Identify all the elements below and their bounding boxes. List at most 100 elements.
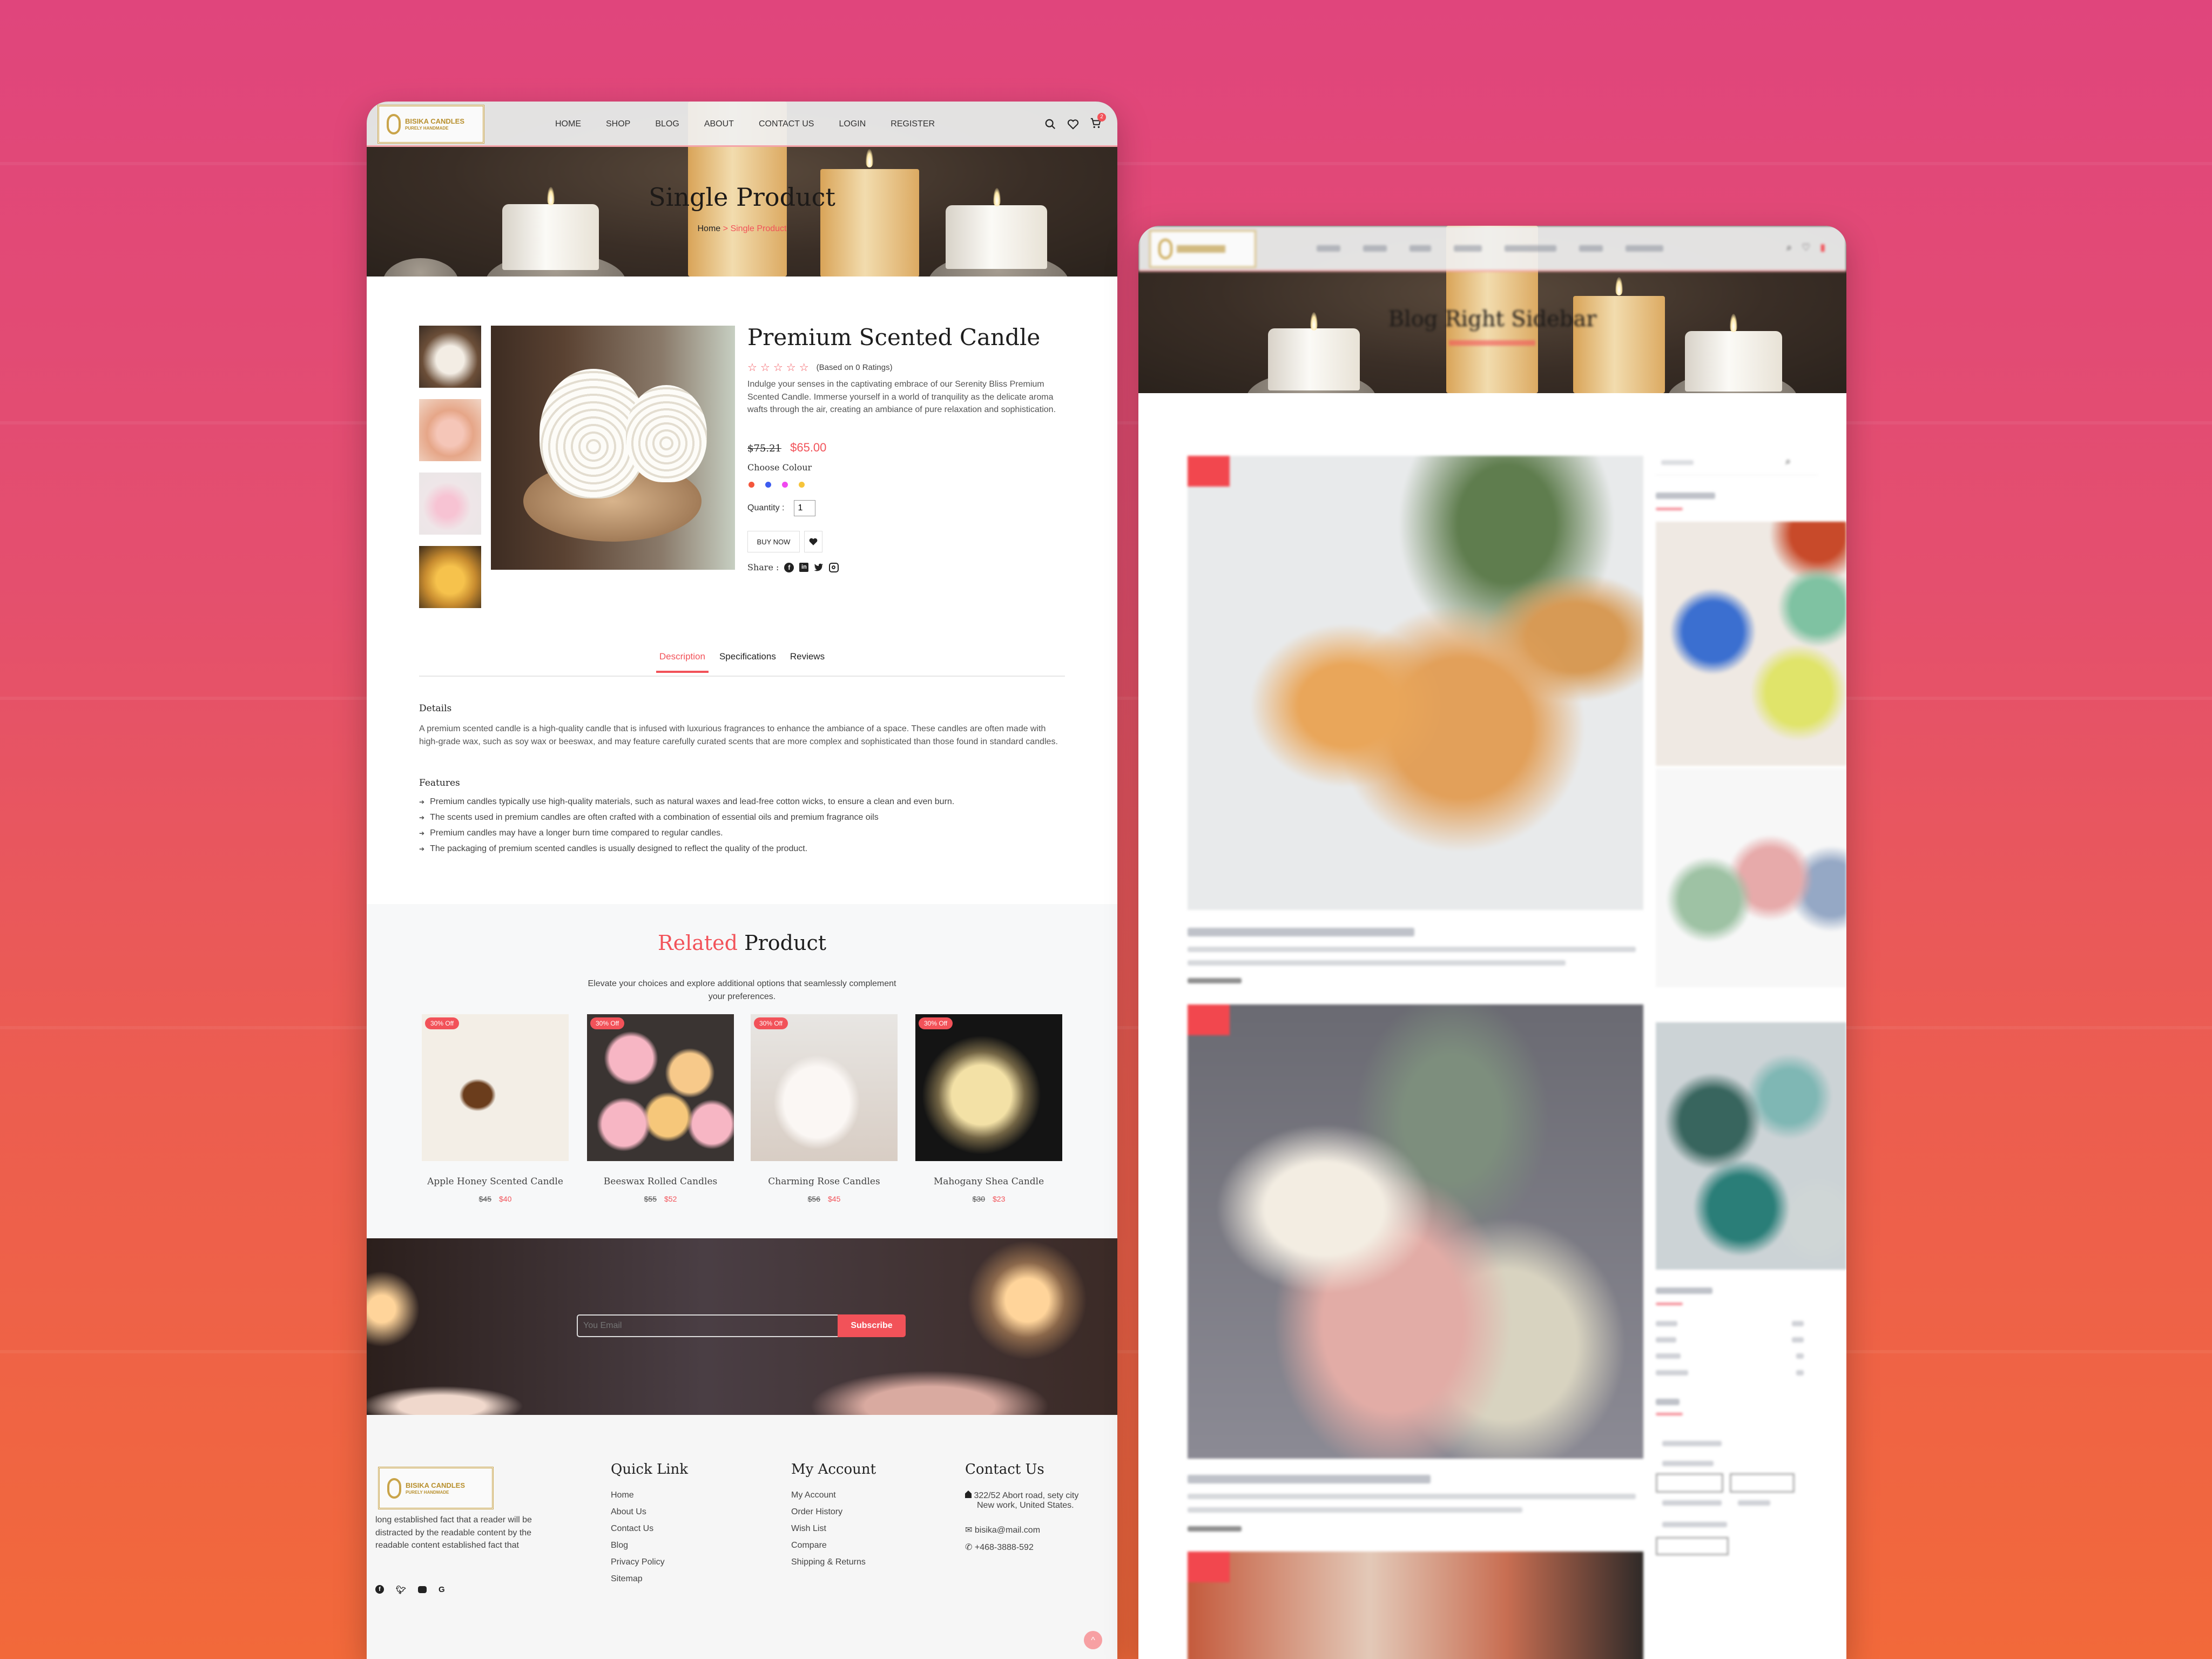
tag[interactable]	[1730, 1473, 1795, 1493]
related-product-image[interactable]: 30% Off	[915, 1014, 1062, 1161]
breadcrumb-home[interactable]: Home	[698, 224, 721, 233]
footer-link-compare[interactable]: Compare	[791, 1541, 827, 1550]
related-product-name[interactable]: Apple Honey Scented Candle	[422, 1176, 569, 1187]
related-product-name[interactable]: Charming Rose Candles	[751, 1176, 898, 1187]
search-icon[interactable]	[1044, 118, 1056, 130]
nav-item[interactable]	[1363, 245, 1387, 252]
tab-specifications[interactable]: Specifications	[716, 651, 779, 673]
nav-home[interactable]: HOME	[555, 119, 581, 129]
twitter-icon[interactable]	[814, 563, 824, 572]
google-icon[interactable]: G	[439, 1585, 445, 1595]
subscribe-button[interactable]: Subscribe	[838, 1314, 906, 1337]
nav-item[interactable]	[1505, 245, 1556, 252]
heart-icon[interactable]	[1067, 118, 1079, 130]
tag[interactable]	[1738, 1500, 1770, 1506]
contact-email[interactable]: ✉ bisika@mail.com	[965, 1525, 1040, 1535]
facebook-icon[interactable]: f	[784, 562, 794, 572]
tag[interactable]	[1662, 1441, 1722, 1446]
search-icon[interactable]: ⌕	[1785, 456, 1791, 467]
category-item[interactable]	[1656, 1337, 1676, 1343]
related-product-name[interactable]: Mahogany Shea Candle	[915, 1176, 1062, 1187]
latest-post-thumbnail[interactable]	[1656, 522, 1846, 766]
tab-reviews[interactable]: Reviews	[787, 651, 828, 673]
footer-link-shipping-returns[interactable]: Shipping & Returns	[791, 1557, 866, 1567]
footer-link-my-account[interactable]: My Account	[791, 1491, 836, 1500]
nav-item[interactable]	[1410, 245, 1431, 252]
footer-link-home[interactable]: Home	[611, 1491, 634, 1500]
footer-link-privacy-policy[interactable]: Privacy Policy	[611, 1557, 665, 1567]
category-item[interactable]	[1656, 1321, 1677, 1326]
read-more-link[interactable]	[1188, 978, 1242, 983]
blog-post-image[interactable]	[1188, 456, 1643, 910]
breadcrumb-separator: >	[723, 224, 728, 233]
linkedin-icon[interactable]: in	[799, 563, 809, 572]
nav-blog[interactable]: BLOG	[655, 119, 679, 129]
cart-icon[interactable]: ▮	[1820, 242, 1825, 253]
latest-post-thumbnail[interactable]	[1656, 768, 1846, 987]
category-item[interactable]	[1656, 1370, 1688, 1375]
buy-now-button[interactable]: BUY NOW	[747, 531, 800, 552]
read-more-link[interactable]	[1188, 1526, 1242, 1532]
tag[interactable]	[1662, 1461, 1714, 1466]
nav-register[interactable]: REGISTER	[891, 119, 935, 129]
product-thumbnail[interactable]	[419, 399, 481, 461]
colour-swatch[interactable]	[765, 482, 771, 488]
colour-swatch[interactable]	[748, 482, 754, 488]
related-product-image[interactable]: 30% Off	[587, 1014, 734, 1161]
logo[interactable]	[1149, 230, 1256, 268]
twitter-icon[interactable]: 🐦︎	[396, 1585, 406, 1595]
colour-swatch[interactable]	[799, 482, 805, 488]
category-item[interactable]	[1656, 1353, 1681, 1359]
nav-contact-us[interactable]: CONTACT US	[759, 119, 814, 129]
colour-swatch[interactable]	[782, 482, 788, 488]
logo[interactable]: BISIKA CANDLES PURELY HANDMADE	[377, 105, 484, 144]
nav-about[interactable]: ABOUT	[704, 119, 734, 129]
related-product-image[interactable]: 30% Off	[751, 1014, 898, 1161]
footer-link-about-us[interactable]: About Us	[611, 1507, 646, 1517]
tag[interactable]	[1656, 1537, 1729, 1555]
search-icon[interactable]: ⌕	[1786, 242, 1792, 253]
nav-item[interactable]	[1454, 245, 1482, 252]
current-price: $45	[828, 1195, 841, 1203]
footer-link-sitemap[interactable]: Sitemap	[611, 1574, 643, 1584]
related-product-image[interactable]: 30% Off	[422, 1014, 569, 1161]
nav-item[interactable]	[1626, 245, 1663, 252]
product-thumbnail[interactable]	[419, 326, 481, 388]
blog-post-title[interactable]	[1188, 928, 1414, 936]
footer-link-order-history[interactable]: Order History	[791, 1507, 842, 1517]
add-to-wishlist-button[interactable]	[804, 531, 822, 552]
heart-icon[interactable]: ♡	[1802, 242, 1810, 253]
facebook-icon[interactable]: f	[375, 1585, 384, 1594]
sidebar-search-input[interactable]: ⌕	[1656, 451, 1818, 475]
product-thumbnail[interactable]	[419, 473, 481, 535]
related-subtitle: Elevate your choices and explore additio…	[588, 979, 896, 1001]
nav-login[interactable]: LOGIN	[839, 119, 866, 129]
footer-logo[interactable]: BISIKA CANDLES PURELY HANDMADE	[378, 1467, 494, 1509]
contact-phone[interactable]: ✆ +468-3888-592	[965, 1542, 1034, 1553]
tab-description[interactable]: Description	[656, 651, 709, 673]
nav-shop[interactable]: SHOP	[606, 119, 630, 129]
nav-item[interactable]	[1317, 245, 1340, 252]
footer-link-blog[interactable]: Blog	[611, 1541, 628, 1550]
quantity-input[interactable]	[794, 500, 816, 516]
product-thumbnail[interactable]	[419, 546, 481, 608]
cart-button[interactable]: 2	[1090, 112, 1106, 132]
tags-heading	[1656, 1399, 1680, 1405]
latest-post-thumbnail[interactable]	[1656, 1022, 1846, 1270]
tag[interactable]	[1662, 1522, 1727, 1527]
scroll-to-top-button[interactable]: ^	[1084, 1631, 1102, 1649]
footer-link-contact-us[interactable]: Contact Us	[611, 1524, 653, 1534]
footer-link-wish-list[interactable]: Wish List	[791, 1524, 826, 1534]
blog-post-image[interactable]	[1188, 1552, 1643, 1659]
newsletter-email-input[interactable]	[577, 1314, 841, 1337]
blog-post-image[interactable]	[1188, 1004, 1643, 1459]
nav-item[interactable]	[1579, 245, 1603, 252]
tag[interactable]	[1662, 1500, 1722, 1506]
youtube-icon[interactable]	[418, 1586, 427, 1593]
tag[interactable]	[1656, 1473, 1723, 1493]
blog-post-title[interactable]	[1188, 1475, 1431, 1483]
logo-tagline: PURELY HANDMADE	[406, 1489, 449, 1495]
quantity-label: Quantity :	[747, 503, 785, 512]
instagram-icon[interactable]	[829, 562, 839, 572]
related-product-name[interactable]: Beeswax Rolled Candles	[587, 1176, 734, 1187]
